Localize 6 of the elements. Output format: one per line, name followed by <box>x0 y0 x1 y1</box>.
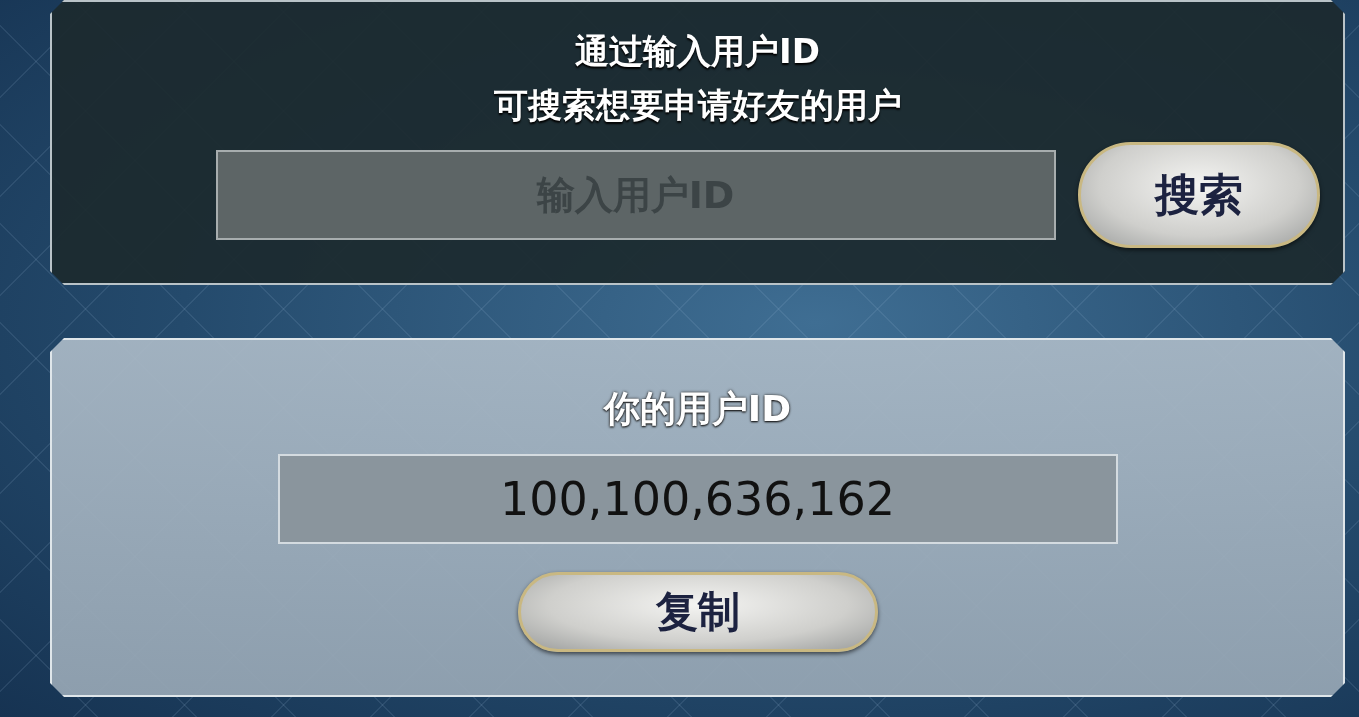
instruction-text: 可搜索想要申请好友的用户 <box>493 84 902 127</box>
panel-title: 你的用户ID <box>603 387 792 431</box>
user-id-field: 100,100,636,162 <box>277 454 1118 544</box>
instruction-text: 通过输入用户ID <box>575 30 820 73</box>
copy-button[interactable]: 复制 <box>517 572 878 652</box>
search-button[interactable]: 搜索 <box>1077 142 1320 248</box>
